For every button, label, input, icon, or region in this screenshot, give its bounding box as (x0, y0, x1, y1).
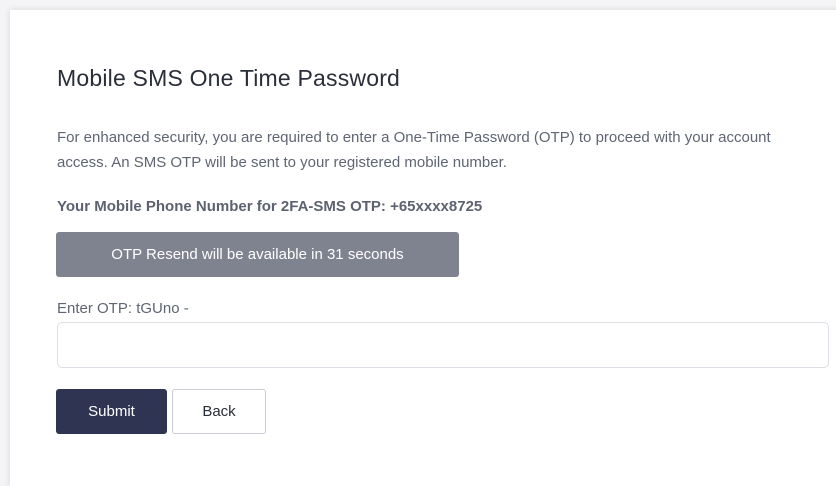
page-title: Mobile SMS One Time Password (57, 65, 401, 91)
back-button[interactable]: Back (172, 389, 266, 434)
otp-field-label: Enter OTP: tGUno - (57, 300, 189, 317)
otp-resend-button[interactable]: OTP Resend will be available in 31 secon… (56, 232, 459, 277)
otp-description: For enhanced security, you are required … (57, 129, 771, 171)
otp-input[interactable] (57, 322, 829, 368)
submit-button[interactable]: Submit (56, 389, 167, 434)
otp-card: Mobile SMS One Time Password For enhance… (10, 10, 836, 486)
phone-number-text: Your Mobile Phone Number for 2FA-SMS OTP… (57, 198, 483, 215)
